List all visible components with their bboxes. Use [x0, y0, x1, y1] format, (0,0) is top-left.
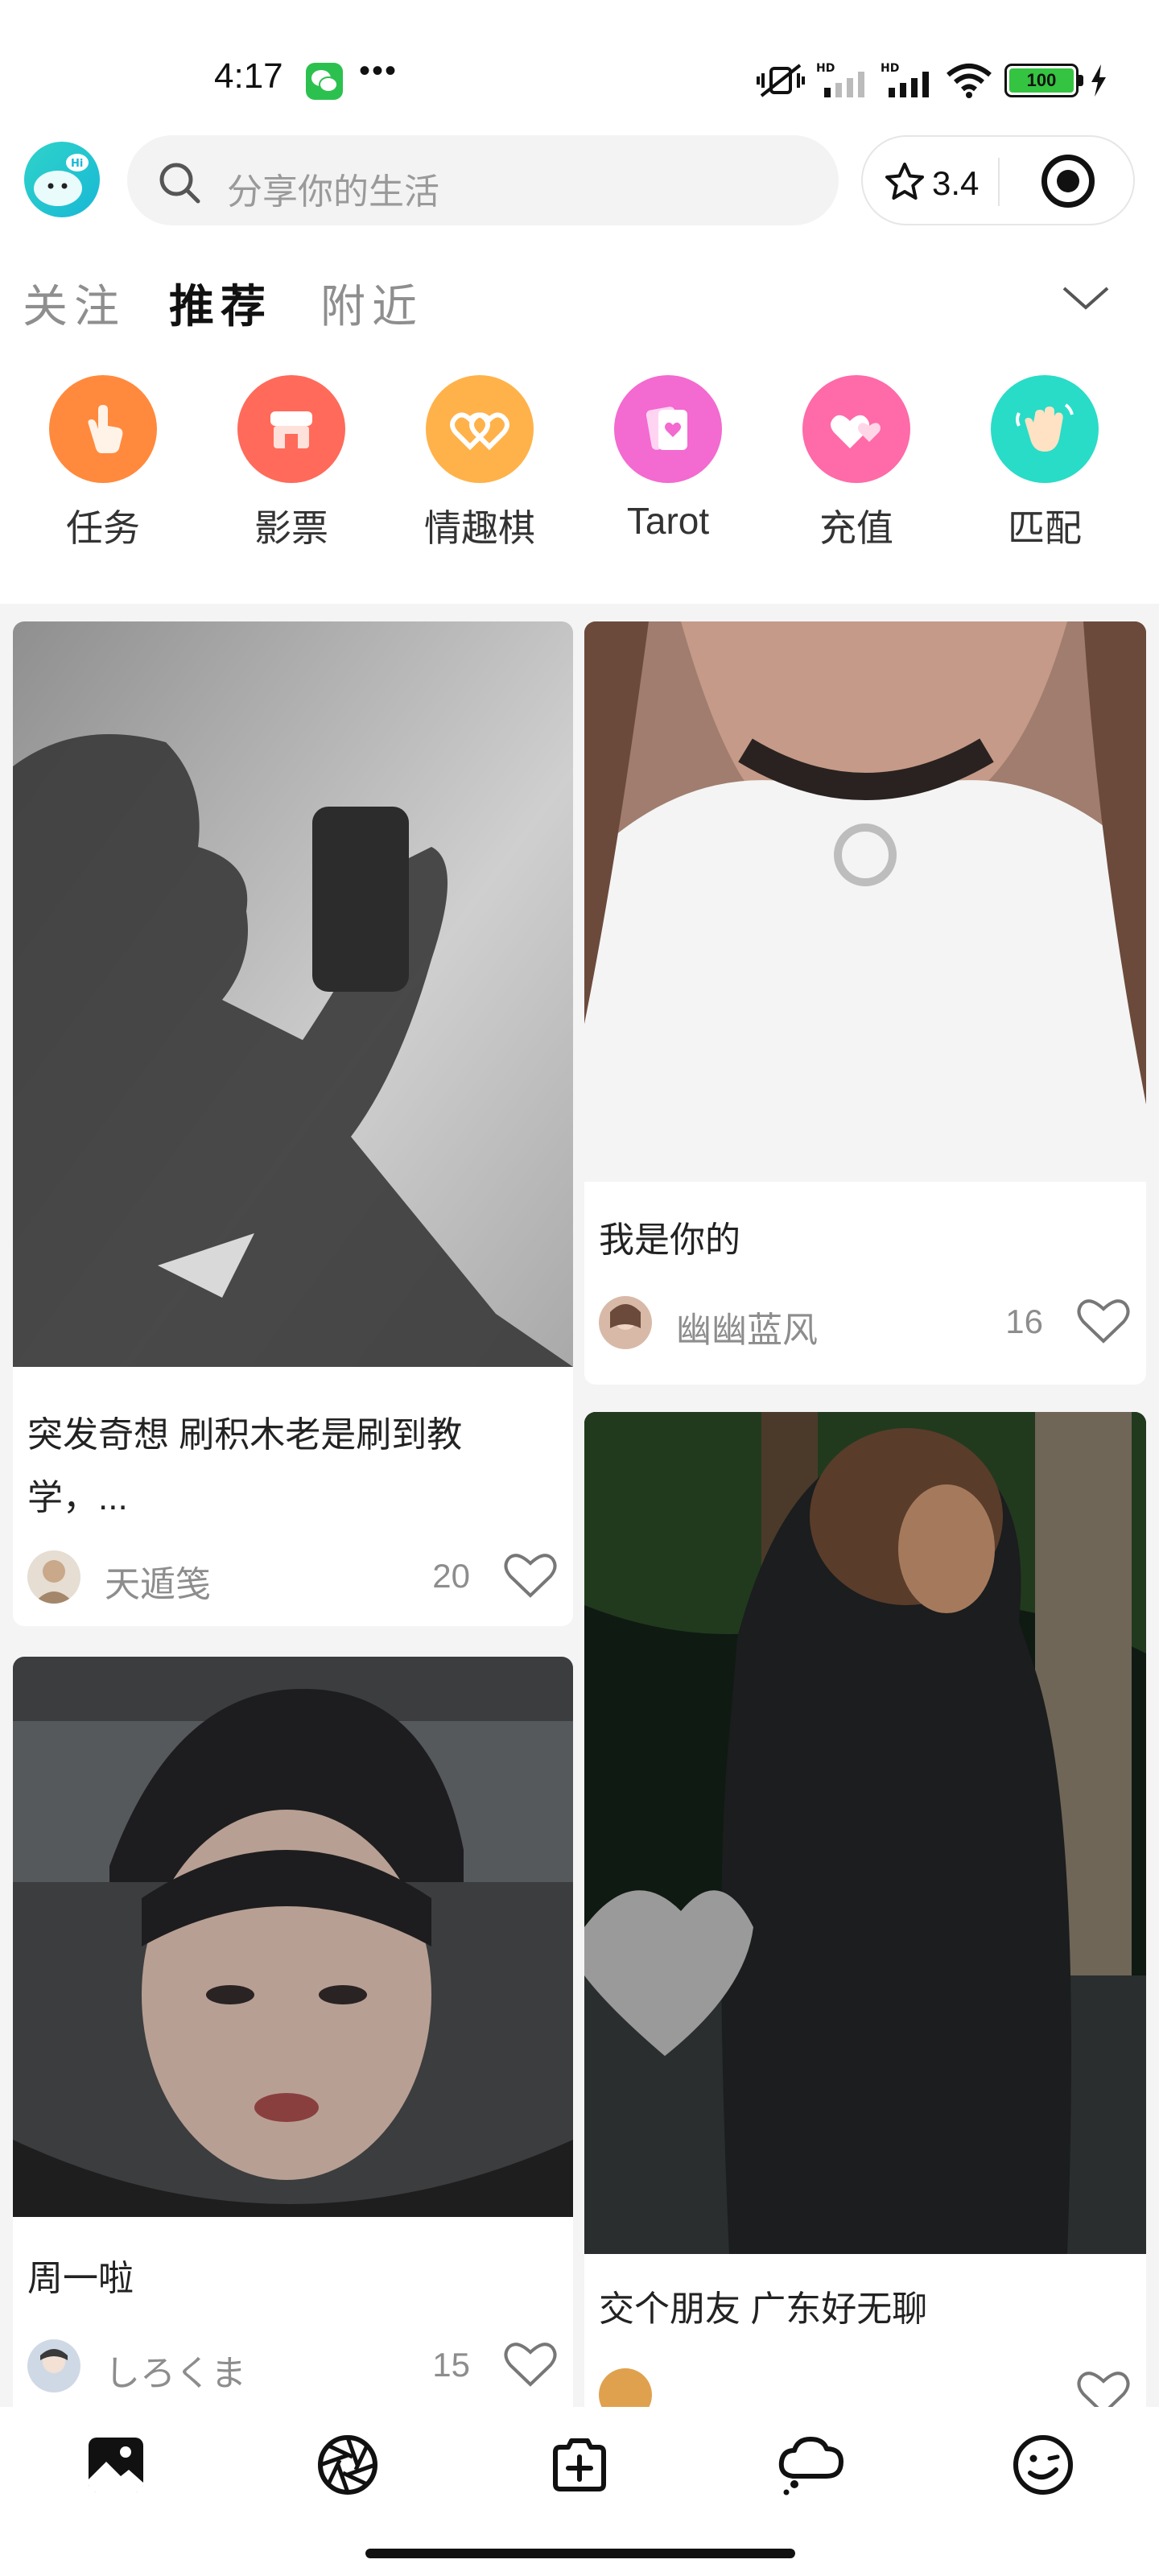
target-icon[interactable]	[1041, 155, 1095, 208]
category-label: 任务	[66, 507, 140, 549]
heart-icon[interactable]	[502, 2338, 559, 2389]
battery-level: 100	[1009, 68, 1074, 93]
nav-messages[interactable]	[771, 2425, 852, 2505]
tarot-card-icon	[614, 375, 722, 483]
feed-tabs: 关注 推荐 附近	[0, 258, 1159, 338]
rating-scan-capsule: 3.4	[861, 135, 1135, 225]
category-recharge[interactable]: 充值	[776, 370, 937, 555]
post-footer	[599, 2363, 1132, 2407]
category-tarot[interactable]: Tarot	[588, 370, 749, 555]
heart-icon[interactable]	[1075, 1294, 1132, 1346]
avatar[interactable]	[599, 2368, 652, 2407]
post-image[interactable]	[584, 621, 1146, 1182]
status-time: 4:17	[214, 56, 283, 96]
signal-hd-1-icon: HD	[816, 62, 864, 97]
add-post-icon	[553, 2438, 606, 2491]
like-count: 15	[432, 2346, 470, 2384]
ticket-store-icon	[237, 375, 345, 483]
rating-value[interactable]: 3.4	[932, 164, 979, 203]
hearts-icon	[802, 375, 910, 483]
star-icon[interactable]	[884, 161, 926, 203]
category-task[interactable]: 任务	[23, 370, 184, 555]
svg-text:HD: HD	[881, 62, 899, 75]
heart-icon[interactable]	[1075, 2367, 1132, 2407]
wechat-icon	[306, 63, 343, 100]
category-match[interactable]: 匹配	[964, 370, 1125, 555]
post-image[interactable]	[584, 1412, 1146, 2254]
post-image[interactable]	[13, 1657, 573, 2217]
post-card[interactable]: 周一啦 しろくま 15	[13, 1657, 573, 2407]
aperture-icon	[318, 2435, 377, 2495]
nav-profile[interactable]	[1003, 2425, 1083, 2505]
post-footer: 天遁笺 20	[27, 1546, 559, 1610]
battery-icon: 100	[1004, 64, 1083, 97]
linked-hearts-icon	[426, 375, 534, 483]
avatar[interactable]	[599, 1296, 652, 1349]
category-label: 匹配	[1008, 507, 1082, 549]
nav-publish[interactable]	[539, 2425, 620, 2505]
post-footer: しろくま 15	[27, 2334, 559, 2399]
home-indicator[interactable]	[365, 2549, 795, 2558]
like-count: 20	[432, 1557, 470, 1595]
category-shortcuts: 任务 影票 情趣棋 Tarot 充值 匹配	[0, 370, 1159, 555]
search-bar[interactable]: 分享你的生活	[127, 135, 839, 225]
heart-icon[interactable]	[502, 1549, 559, 1600]
avatar[interactable]	[27, 1550, 80, 1604]
author-name[interactable]: しろくま	[105, 2344, 246, 2396]
avatar[interactable]	[27, 2339, 80, 2392]
post-card[interactable]: 突发奇想 刷积木老是刷到教学，... 天遁笺 20	[13, 621, 573, 1626]
app-header: Hi 分享你的生活 3.4	[0, 129, 1159, 233]
post-feed: 突发奇想 刷积木老是刷到教学，... 天遁笺 20 我是你的 幽幽蓝风 16 周…	[0, 604, 1159, 2407]
tab-recommend[interactable]: 推荐	[169, 270, 272, 336]
tab-follow[interactable]: 关注	[23, 270, 126, 336]
category-label: 情趣棋	[424, 507, 535, 549]
waving-hand-icon	[991, 375, 1099, 483]
category-label: 充值	[819, 507, 893, 549]
status-more-dots: •••	[359, 53, 398, 89]
status-bar: 4:17 ••• HD HD 100	[0, 0, 1159, 129]
post-card[interactable]: 交个朋友 广东好无聊	[584, 1412, 1146, 2407]
charging-icon	[1091, 64, 1106, 97]
post-title: 我是你的	[599, 1220, 740, 1260]
tab-nearby[interactable]: 附近	[320, 270, 423, 336]
post-title: 突发奇想 刷积木老是刷到教学，...	[27, 1415, 463, 1517]
svg-text:Hi: Hi	[71, 158, 83, 170]
signal-hd-2-icon: HD	[881, 62, 929, 97]
author-name[interactable]: 天遁笺	[105, 1555, 211, 1607]
app-logo[interactable]: Hi	[24, 142, 100, 217]
category-ticket[interactable]: 影票	[211, 370, 372, 555]
post-card[interactable]: 我是你的 幽幽蓝风 16	[584, 621, 1146, 1385]
wifi-icon	[947, 64, 992, 98]
post-footer: 幽幽蓝风 16	[599, 1291, 1132, 1356]
search-icon	[159, 163, 200, 204]
post-title: 周一啦	[27, 2259, 134, 2298]
status-indicators: HD HD 100	[757, 58, 1107, 103]
divider	[998, 158, 1000, 206]
post-image[interactable]	[13, 621, 573, 1367]
author-name[interactable]: 幽幽蓝风	[676, 1301, 818, 1352]
category-label: Tarot	[626, 500, 710, 542]
post-title: 交个朋友 广东好无聊	[599, 2289, 928, 2329]
nav-gallery[interactable]	[76, 2425, 156, 2505]
mute-vibrate-icon	[757, 64, 805, 97]
chevron-down-icon[interactable]	[1061, 282, 1111, 314]
gallery-icon	[89, 2438, 143, 2492]
bottom-navigation	[0, 2407, 1159, 2576]
nav-discover[interactable]	[307, 2425, 388, 2505]
search-input[interactable]: 分享你的生活	[227, 163, 439, 214]
svg-text:HD: HD	[816, 62, 835, 75]
chat-bubble-icon	[778, 2437, 843, 2496]
like-count: 16	[1005, 1302, 1043, 1340]
smile-icon	[1013, 2435, 1073, 2495]
category-chess[interactable]: 情趣棋	[399, 370, 560, 555]
hand-pointer-icon	[49, 375, 157, 483]
category-label: 影票	[254, 507, 328, 549]
